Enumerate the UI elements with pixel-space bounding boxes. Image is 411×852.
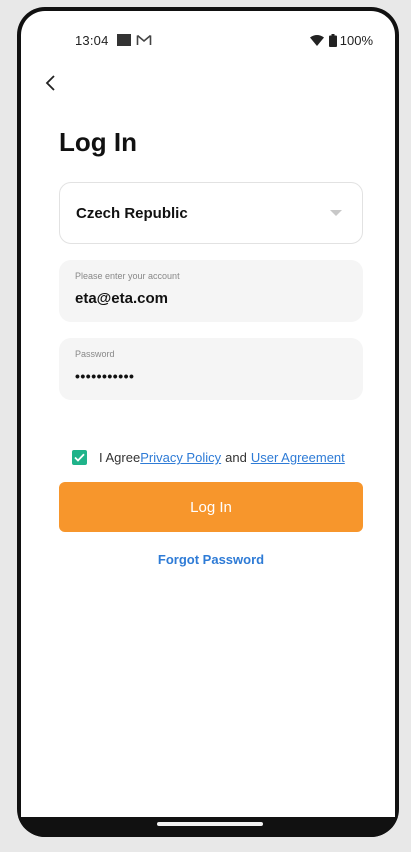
checkmark-icon [74,453,85,462]
user-agreement-link[interactable]: User Agreement [251,450,345,465]
country-value: Czech Republic [76,205,188,222]
navigation-bar [17,817,399,837]
back-arrow-icon [45,75,55,91]
country-select[interactable]: Czech Republic [59,182,363,244]
password-field[interactable]: Password ••••••••••• [59,338,363,400]
device-frame: 13:04 100% Log In Czech Republic Please … [17,7,399,837]
battery-icon [328,34,337,47]
password-label: Password [75,349,115,359]
status-icons: 100% [309,33,373,48]
page-title: Log In [59,127,137,157]
back-button[interactable] [35,67,67,99]
wifi-icon [309,35,324,46]
status-time: 13:04 [75,33,109,48]
agree-checkbox[interactable] [72,450,87,465]
privacy-policy-link[interactable]: Privacy Policy [140,450,221,465]
dropdown-caret-icon [330,210,342,216]
account-label: Please enter your account [75,271,180,281]
notification-square-icon [117,34,131,46]
forgot-password-link[interactable]: Forgot Password [21,552,395,567]
agree-prefix: I Agree [99,450,141,465]
login-button[interactable]: Log In [59,482,363,532]
home-indicator[interactable] [157,822,263,826]
password-value[interactable]: ••••••••••• [75,368,134,384]
gmail-icon [136,33,152,47]
status-bar: 13:04 100% [21,11,395,63]
screen: 13:04 100% Log In Czech Republic Please … [21,11,395,817]
agree-conjunction: and [225,450,247,465]
agreement-row: I Agree Privacy Policy and User Agreemen… [72,450,345,465]
account-value[interactable]: eta@eta.com [75,290,168,307]
account-field[interactable]: Please enter your account eta@eta.com [59,260,363,322]
battery-percent: 100% [339,33,373,48]
